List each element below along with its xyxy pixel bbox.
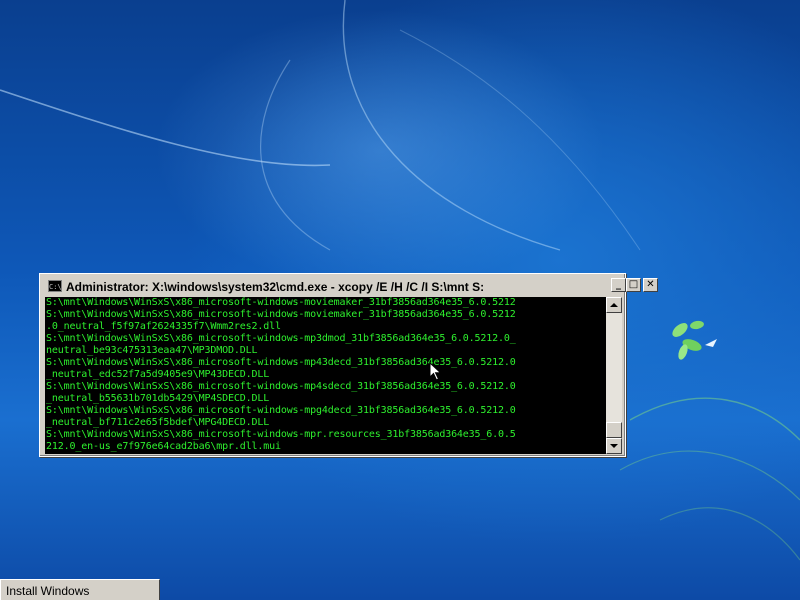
console-line: .0_neutral_f5f97af2624335f7\Wmm2res2.dll [46,321,281,332]
console-line: S:\mnt\Windows\WinSxS\x86_microsoft-wind… [46,297,516,308]
console-line: S:\mnt\Windows\WinSxS\x86_microsoft-wind… [46,381,516,392]
scroll-up-button[interactable] [606,297,622,313]
cmd-icon[interactable]: C:\ [48,280,62,292]
arrow-down-icon [610,444,618,448]
console-line: S:\mnt\Windows\WinSxS\x86_microsoft-wind… [46,333,516,344]
cmd-window[interactable]: C:\ Administrator: X:\windows\system32\c… [39,273,658,457]
console-line: _neutral_b55631b701db5429\MP4SDECD.DLL [46,393,270,404]
console-line: _neutral_edc52f7a5d9405e9\MP43DECD.DLL [46,369,270,380]
install-windows-taskbar-button[interactable]: Install Windows [0,579,160,600]
vertical-scrollbar[interactable] [606,297,622,454]
scroll-thumb[interactable] [606,422,622,438]
console-line: S:\mnt\Windows\WinSxS\x86_microsoft-wind… [46,405,516,416]
console-line: _neutral_bf711c2e65f5bdef\MPG4DECD.DLL [46,417,270,428]
console-line: S:\mnt\Windows\WinSxS\x86_microsoft-wind… [46,357,516,368]
scroll-down-button[interactable] [606,438,622,454]
mouse-cursor-icon [429,362,442,381]
console-line: S:\mnt\Windows\WinSxS\x86_microsoft-wind… [46,309,516,320]
console-line: S:\mnt\Windows\WinSxS\x86_microsoft-wind… [46,429,516,440]
console-line: neutral_be93c475313eaa47\MP3DMOD.DLL [46,345,258,356]
taskbar-button-label: Install Windows [6,584,90,598]
minimize-button[interactable]: _ [611,278,626,292]
window-title: Administrator: X:\windows\system32\cmd.e… [66,280,485,294]
title-bar[interactable]: C:\ Administrator: X:\windows\system32\c… [42,276,623,294]
close-button[interactable]: ✕ [643,278,658,292]
console-line: 212.0_en-us_e7f976e64cad2ba6\mpr.dll.mui [46,441,281,452]
arrow-up-icon [610,303,618,307]
console-output[interactable]: S:\mnt\Windows\WinSxS\x86_microsoft-wind… [45,297,606,454]
desktop-background: C:\ Administrator: X:\windows\system32\c… [0,0,800,600]
maximize-button[interactable]: □ [626,278,641,292]
